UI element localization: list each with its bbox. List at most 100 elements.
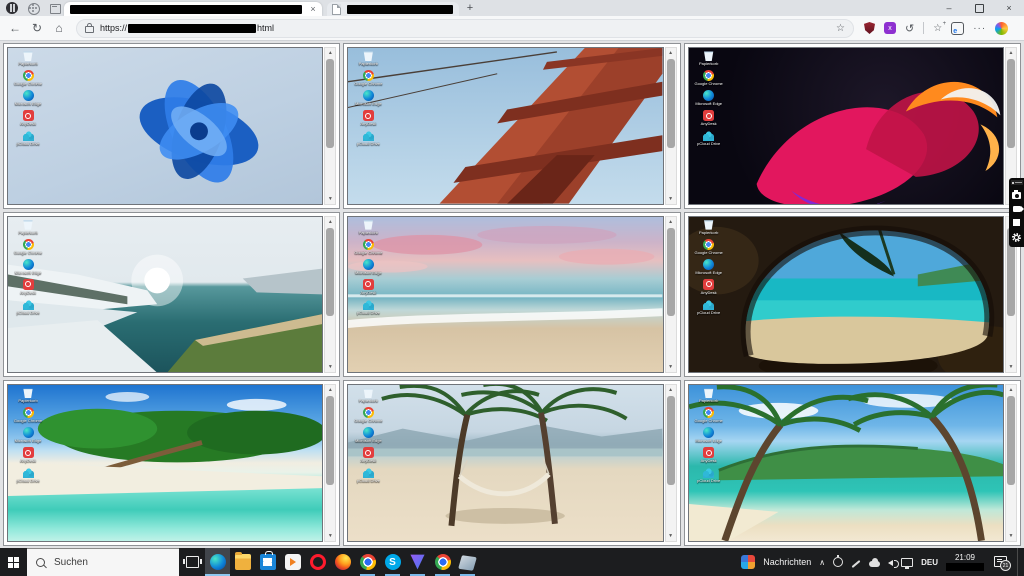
purple-extension-icon[interactable]: x — [884, 22, 896, 34]
taskbar-app-gray-app[interactable] — [455, 548, 480, 576]
desktop-icon-edge[interactable]: Microsoft Edge — [692, 427, 726, 443]
cell-scrollbar[interactable]: ▲▼ — [665, 47, 677, 205]
desktop-icon-recycle-bin[interactable]: Papierkorb — [692, 219, 726, 235]
desktop-icon-cloud-app[interactable]: pCloud Drive — [351, 467, 385, 483]
taskbar-app-skype[interactable]: S — [380, 548, 405, 576]
scroll-up-icon[interactable]: ▲ — [666, 217, 676, 227]
desktop-icon-chrome[interactable]: Google Chrome — [11, 407, 45, 423]
refresh-icon[interactable]: ↻ — [26, 21, 48, 35]
taskbar-app-chrome-beta[interactable] — [430, 548, 455, 576]
scroll-up-icon[interactable]: ▲ — [666, 48, 676, 58]
remote-desktop-palm-bay[interactable]: Papierkorb Google Chrome Microsoft Edge Any… — [684, 380, 1021, 546]
cell-scrollbar[interactable]: ▲▼ — [665, 384, 677, 542]
desktop-icon-recycle-bin[interactable]: Papierkorb — [351, 387, 385, 403]
taskbar-app-opera[interactable] — [305, 548, 330, 576]
start-button[interactable] — [0, 548, 27, 576]
address-bar[interactable]: https:// html ☆ — [76, 19, 854, 38]
tray-clock-app-icon[interactable] — [833, 557, 843, 567]
scroll-down-icon[interactable]: ▼ — [325, 362, 335, 372]
desktop-icon-cloud-app[interactable]: pCloud Drive — [692, 467, 726, 483]
adblock-shield-icon[interactable] — [864, 22, 875, 34]
scroll-down-icon[interactable]: ▼ — [666, 194, 676, 204]
taskbar-app-chrome[interactable] — [355, 548, 380, 576]
cell-scrollbar[interactable]: ▲▼ — [324, 384, 336, 542]
desktop-icon-red-app[interactable]: AnyDesk — [692, 447, 726, 463]
desktop-icon-cloud-app[interactable]: pCloud Drive — [11, 467, 45, 483]
scroll-thumb[interactable] — [1007, 396, 1015, 485]
desktop-icon-cloud-app[interactable]: pCloud Drive — [11, 130, 45, 146]
maximize-button[interactable] — [964, 0, 994, 16]
settings-more-icon[interactable]: ··· — [973, 23, 986, 34]
screenshot-camera-icon[interactable] — [1012, 192, 1021, 199]
remote-desktop-icy-river-sunrise[interactable]: PapierkorbGoogle ChromeMicrosoft EdgeAny… — [3, 212, 340, 378]
lock-icon[interactable] — [85, 26, 94, 33]
remote-desktop-tropical-beach[interactable]: PapierkorbGoogle ChromeMicrosoft EdgeAny… — [3, 380, 340, 546]
scroll-down-icon[interactable]: ▼ — [325, 194, 335, 204]
scroll-thumb[interactable] — [326, 228, 334, 317]
scroll-up-icon[interactable]: ▲ — [1006, 48, 1016, 58]
tab-close-icon[interactable]: × — [308, 4, 318, 14]
scroll-thumb[interactable] — [667, 396, 675, 485]
desktop-icon-chrome[interactable]: Google Chrome — [692, 407, 726, 423]
close-button[interactable]: × — [994, 0, 1024, 16]
scroll-down-icon[interactable]: ▼ — [666, 362, 676, 372]
desktop-icon-edge[interactable]: Microsoft Edge — [692, 259, 726, 275]
copilot-icon[interactable] — [995, 22, 1008, 35]
desktop-icon-edge[interactable]: Microsoft Edge — [11, 427, 45, 443]
network-display-icon[interactable] — [901, 558, 913, 567]
desktop-icon-recycle-bin[interactable]: Papierkorb — [351, 50, 385, 66]
desktop-icon-chrome[interactable]: Google Chrome — [692, 70, 726, 86]
desktop-icon-red-app[interactable]: AnyDesk — [692, 279, 726, 295]
capture-settings-gear-icon[interactable] — [1012, 233, 1021, 242]
tray-pen-icon[interactable] — [852, 560, 861, 568]
desktop-icon-chrome[interactable]: Google Chrome — [692, 239, 726, 255]
desktop-icon-red-app[interactable]: AnyDesk — [11, 110, 45, 126]
tab-actions-menu-icon[interactable] — [50, 4, 61, 14]
scroll-thumb[interactable] — [326, 396, 334, 485]
scroll-up-icon[interactable]: ▲ — [325, 385, 335, 395]
desktop-icon-chrome[interactable]: Google Chrome — [11, 239, 45, 255]
desktop-icon-cloud-app[interactable]: pCloud Drive — [692, 299, 726, 315]
desktop-icon-red-app[interactable]: AnyDesk — [351, 110, 385, 126]
desktop-icon-recycle-bin[interactable]: Papierkorb — [11, 50, 45, 66]
history-icon[interactable]: ↺ — [905, 22, 914, 35]
stop-icon[interactable] — [1013, 219, 1020, 226]
tray-clock[interactable]: 21:09 — [946, 554, 984, 571]
taskbar-app-firefox[interactable] — [330, 548, 355, 576]
desktop-icon-cloud-app[interactable]: pCloud Drive — [351, 130, 385, 146]
new-tab-button[interactable]: + — [463, 1, 477, 15]
scroll-up-icon[interactable]: ▲ — [325, 217, 335, 227]
scroll-down-icon[interactable]: ▼ — [1006, 362, 1016, 372]
browser-tab-active[interactable]: × — [64, 2, 322, 16]
news-widgets-icon[interactable] — [741, 555, 755, 569]
profile-avatar-icon[interactable] — [6, 2, 18, 14]
desktop-icon-edge[interactable]: Microsoft Edge — [11, 259, 45, 275]
remote-desktop-hammock-palms[interactable]: PapierkorbGoogle ChromeMicrosoft EdgeAny… — [343, 380, 680, 546]
cell-scrollbar[interactable]: ▲▼ — [1005, 384, 1017, 542]
hidden-icons-chevron[interactable]: ∧ — [819, 558, 825, 567]
desktop-icon-edge[interactable]: Microsoft Edge — [351, 259, 385, 275]
search-input[interactable] — [52, 556, 166, 569]
remote-desktop-golden-gate-bridge[interactable]: PapierkorbGoogle ChromeMicrosoft EdgeAny… — [343, 43, 680, 209]
desktop-icon-cloud-app[interactable]: pCloud Drive — [692, 130, 726, 146]
desktop-icon-edge[interactable]: Microsoft Edge — [11, 90, 45, 106]
scroll-thumb[interactable] — [1007, 59, 1015, 148]
desktop-icon-edge[interactable]: Microsoft Edge — [351, 427, 385, 443]
action-center-button[interactable]: 21 — [994, 555, 1009, 569]
remote-desktop-sunset-beach[interactable]: PapierkorbGoogle ChromeMicrosoft EdgeAny… — [343, 212, 680, 378]
desktop-icon-edge[interactable]: Microsoft Edge — [692, 90, 726, 106]
remote-desktop-windows-11-bloom[interactable]: PapierkorbGoogle ChromeMicrosoft EdgeAny… — [3, 43, 340, 209]
volume-icon[interactable] — [888, 560, 893, 566]
task-view-button[interactable] — [179, 548, 205, 576]
cell-scrollbar[interactable]: ▲▼ — [665, 216, 677, 374]
scroll-up-icon[interactable]: ▲ — [325, 48, 335, 58]
desktop-icon-red-app[interactable]: AnyDesk — [11, 279, 45, 295]
onedrive-cloud-icon[interactable] — [869, 561, 880, 567]
desktop-icon-cloud-app[interactable]: pCloud Drive — [11, 299, 45, 315]
split-screen-icon[interactable] — [951, 22, 964, 35]
taskbar-app-media-player[interactable] — [280, 548, 305, 576]
add-favorite-icon[interactable]: ☆ — [933, 23, 942, 34]
desktop-icon-recycle-bin[interactable]: Papierkorb — [692, 387, 726, 403]
desktop-icon-chrome[interactable]: Google Chrome — [351, 70, 385, 86]
desktop-icon-red-app[interactable]: AnyDesk — [11, 447, 45, 463]
